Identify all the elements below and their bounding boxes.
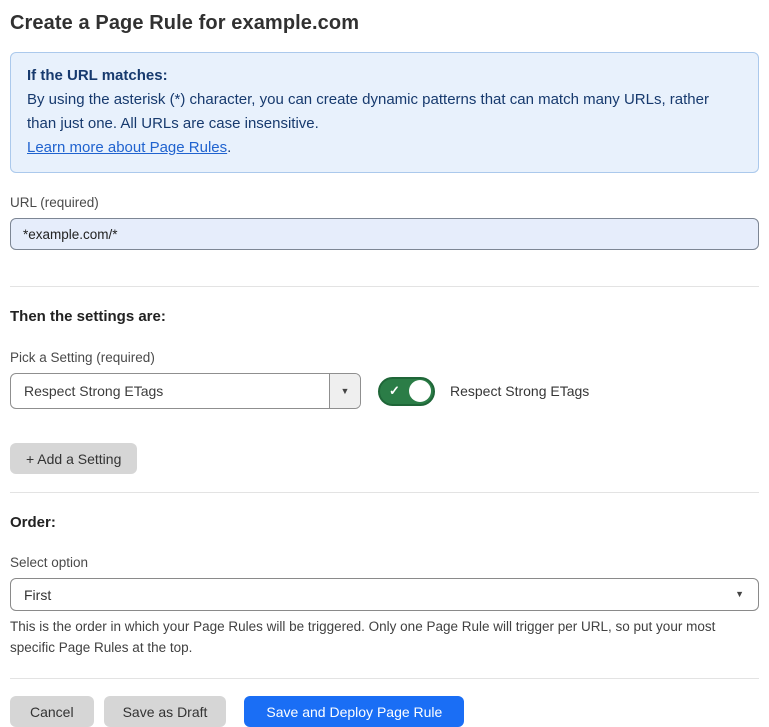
setting-select[interactable]: Respect Strong ETags ▼ [10,373,361,409]
chevron-down-icon: ▼ [341,387,350,396]
url-match-info-box: If the URL matches: By using the asteris… [10,52,759,173]
learn-more-link[interactable]: Learn more about Page Rules [27,139,227,156]
divider [10,286,759,287]
setting-toggle[interactable]: ✓ [378,377,435,406]
order-select[interactable]: First ▼ [10,578,759,611]
pick-setting-label: Pick a Setting (required) [10,350,759,365]
divider [10,678,759,679]
setting-select-value: Respect Strong ETags [11,374,329,408]
order-select-value: First [24,587,51,603]
info-box-heading: If the URL matches: [27,64,742,88]
url-input[interactable] [10,218,759,250]
page-title: Create a Page Rule for example.com [10,12,759,35]
toggle-label: Respect Strong ETags [450,383,589,399]
divider [10,492,759,493]
url-field-label: URL (required) [10,195,759,210]
setting-row: Respect Strong ETags ▼ ✓ Respect Strong … [10,373,759,409]
order-help-text: This is the order in which your Page Rul… [10,616,755,658]
save-and-deploy-button[interactable]: Save and Deploy Page Rule [244,696,464,727]
info-box-link-line: Learn more about Page Rules. [27,136,742,160]
footer-buttons: Cancel Save as Draft Save and Deploy Pag… [10,696,759,727]
check-icon: ✓ [389,384,400,397]
toggle-knob [409,380,431,402]
order-select-label: Select option [10,555,759,570]
order-section-heading: Order: [10,514,759,531]
link-period: . [227,139,231,156]
add-setting-button[interactable]: + Add a Setting [10,443,137,474]
setting-select-arrow-box[interactable]: ▼ [329,374,360,408]
chevron-down-icon: ▼ [735,590,744,599]
page-rule-form: Create a Page Rule for example.com If th… [0,0,769,727]
save-as-draft-button[interactable]: Save as Draft [104,696,227,727]
cancel-button[interactable]: Cancel [10,696,94,727]
settings-section-heading: Then the settings are: [10,308,759,325]
info-box-body: By using the asterisk (*) character, you… [27,88,742,136]
